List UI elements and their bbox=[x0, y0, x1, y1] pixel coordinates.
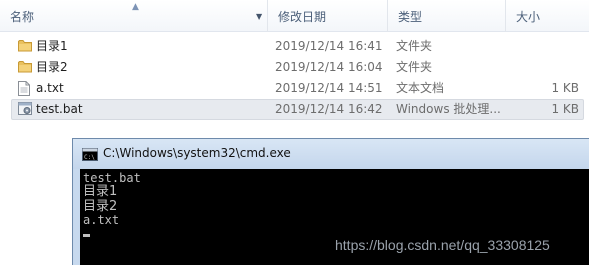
column-name-label: 名称 bbox=[10, 10, 35, 24]
cmd-title-bar[interactable]: C:\ C:\Windows\system32\cmd.exe bbox=[73, 139, 589, 169]
column-header: 名称 ▲ ▼ 修改日期 类型 大小 bbox=[0, 0, 589, 32]
console-line: 目录1 bbox=[83, 184, 118, 199]
console-line: test.bat bbox=[83, 171, 141, 185]
file-size: 1 KB bbox=[551, 102, 579, 116]
file-type: 文件夹 bbox=[396, 39, 433, 53]
folder-icon bbox=[16, 58, 32, 77]
file-date: 2019/12/14 16:04 bbox=[275, 60, 383, 74]
file-name: 目录1 bbox=[36, 39, 68, 53]
file-name: 目录2 bbox=[36, 60, 68, 74]
text-file-icon bbox=[16, 79, 32, 98]
column-size[interactable]: 大小 bbox=[506, 0, 589, 32]
column-date-label: 修改日期 bbox=[278, 10, 327, 24]
file-name: test.bat bbox=[36, 102, 83, 116]
file-size: 1 KB bbox=[551, 81, 579, 95]
console-line: 目录2 bbox=[83, 199, 118, 214]
column-type-label: 类型 bbox=[398, 10, 423, 24]
cmd-title: C:\Windows\system32\cmd.exe bbox=[103, 146, 291, 160]
column-type[interactable]: 类型 bbox=[388, 0, 506, 32]
file-date: 2019/12/14 16:42 bbox=[275, 102, 383, 116]
file-row-a-txt[interactable]: a.txt 2019/12/14 14:51 文本文档 1 KB bbox=[11, 78, 584, 99]
file-name: a.txt bbox=[36, 81, 64, 95]
file-type: 文件夹 bbox=[396, 60, 433, 74]
console-line: a.txt bbox=[83, 213, 120, 227]
file-date: 2019/12/14 16:41 bbox=[275, 39, 383, 53]
column-size-label: 大小 bbox=[516, 10, 541, 24]
watermark: https://blog.csdn.net/qq_33308125 bbox=[335, 237, 550, 253]
column-dropdown-icon[interactable]: ▼ bbox=[256, 12, 262, 21]
file-row-dir1[interactable]: 目录1 2019/12/14 16:41 文件夹 bbox=[11, 36, 584, 57]
svg-text:C:\: C:\ bbox=[84, 154, 95, 161]
folder-icon bbox=[16, 37, 32, 56]
file-type: Windows 批处理... bbox=[396, 102, 501, 116]
sort-ascending-icon: ▲ bbox=[132, 2, 139, 12]
file-date: 2019/12/14 14:51 bbox=[275, 81, 383, 95]
console-icon: C:\ bbox=[82, 148, 98, 164]
file-row-dir2[interactable]: 目录2 2019/12/14 16:04 文件夹 bbox=[11, 57, 584, 78]
batch-file-icon bbox=[16, 100, 32, 119]
column-date[interactable]: 修改日期 bbox=[268, 0, 388, 32]
file-type: 文本文档 bbox=[396, 81, 445, 95]
file-row-test-bat[interactable]: test.bat 2019/12/14 16:42 Windows 批处理...… bbox=[11, 99, 584, 120]
